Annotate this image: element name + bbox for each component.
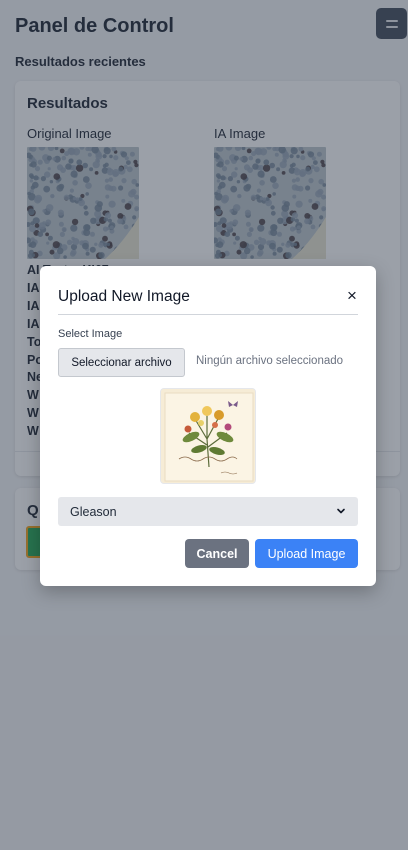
modal-title: Upload New Image — [58, 288, 190, 305]
upload-image-button[interactable]: Upload Image — [255, 539, 358, 568]
image-preview — [160, 388, 256, 484]
upload-modal: Upload New Image × Select Image Seleccio… — [40, 266, 376, 586]
model-select-value: Gleason — [70, 504, 117, 519]
modal-divider — [58, 314, 358, 315]
chevron-down-icon — [337, 508, 345, 514]
cancel-button[interactable]: Cancel — [185, 539, 249, 568]
close-icon[interactable]: × — [345, 287, 359, 305]
select-image-label: Select Image — [58, 328, 123, 340]
choose-file-button[interactable]: Seleccionar archivo — [58, 348, 185, 377]
file-status-text: Ningún archivo seleccionado — [196, 355, 344, 367]
model-select[interactable]: Gleason — [58, 497, 358, 526]
